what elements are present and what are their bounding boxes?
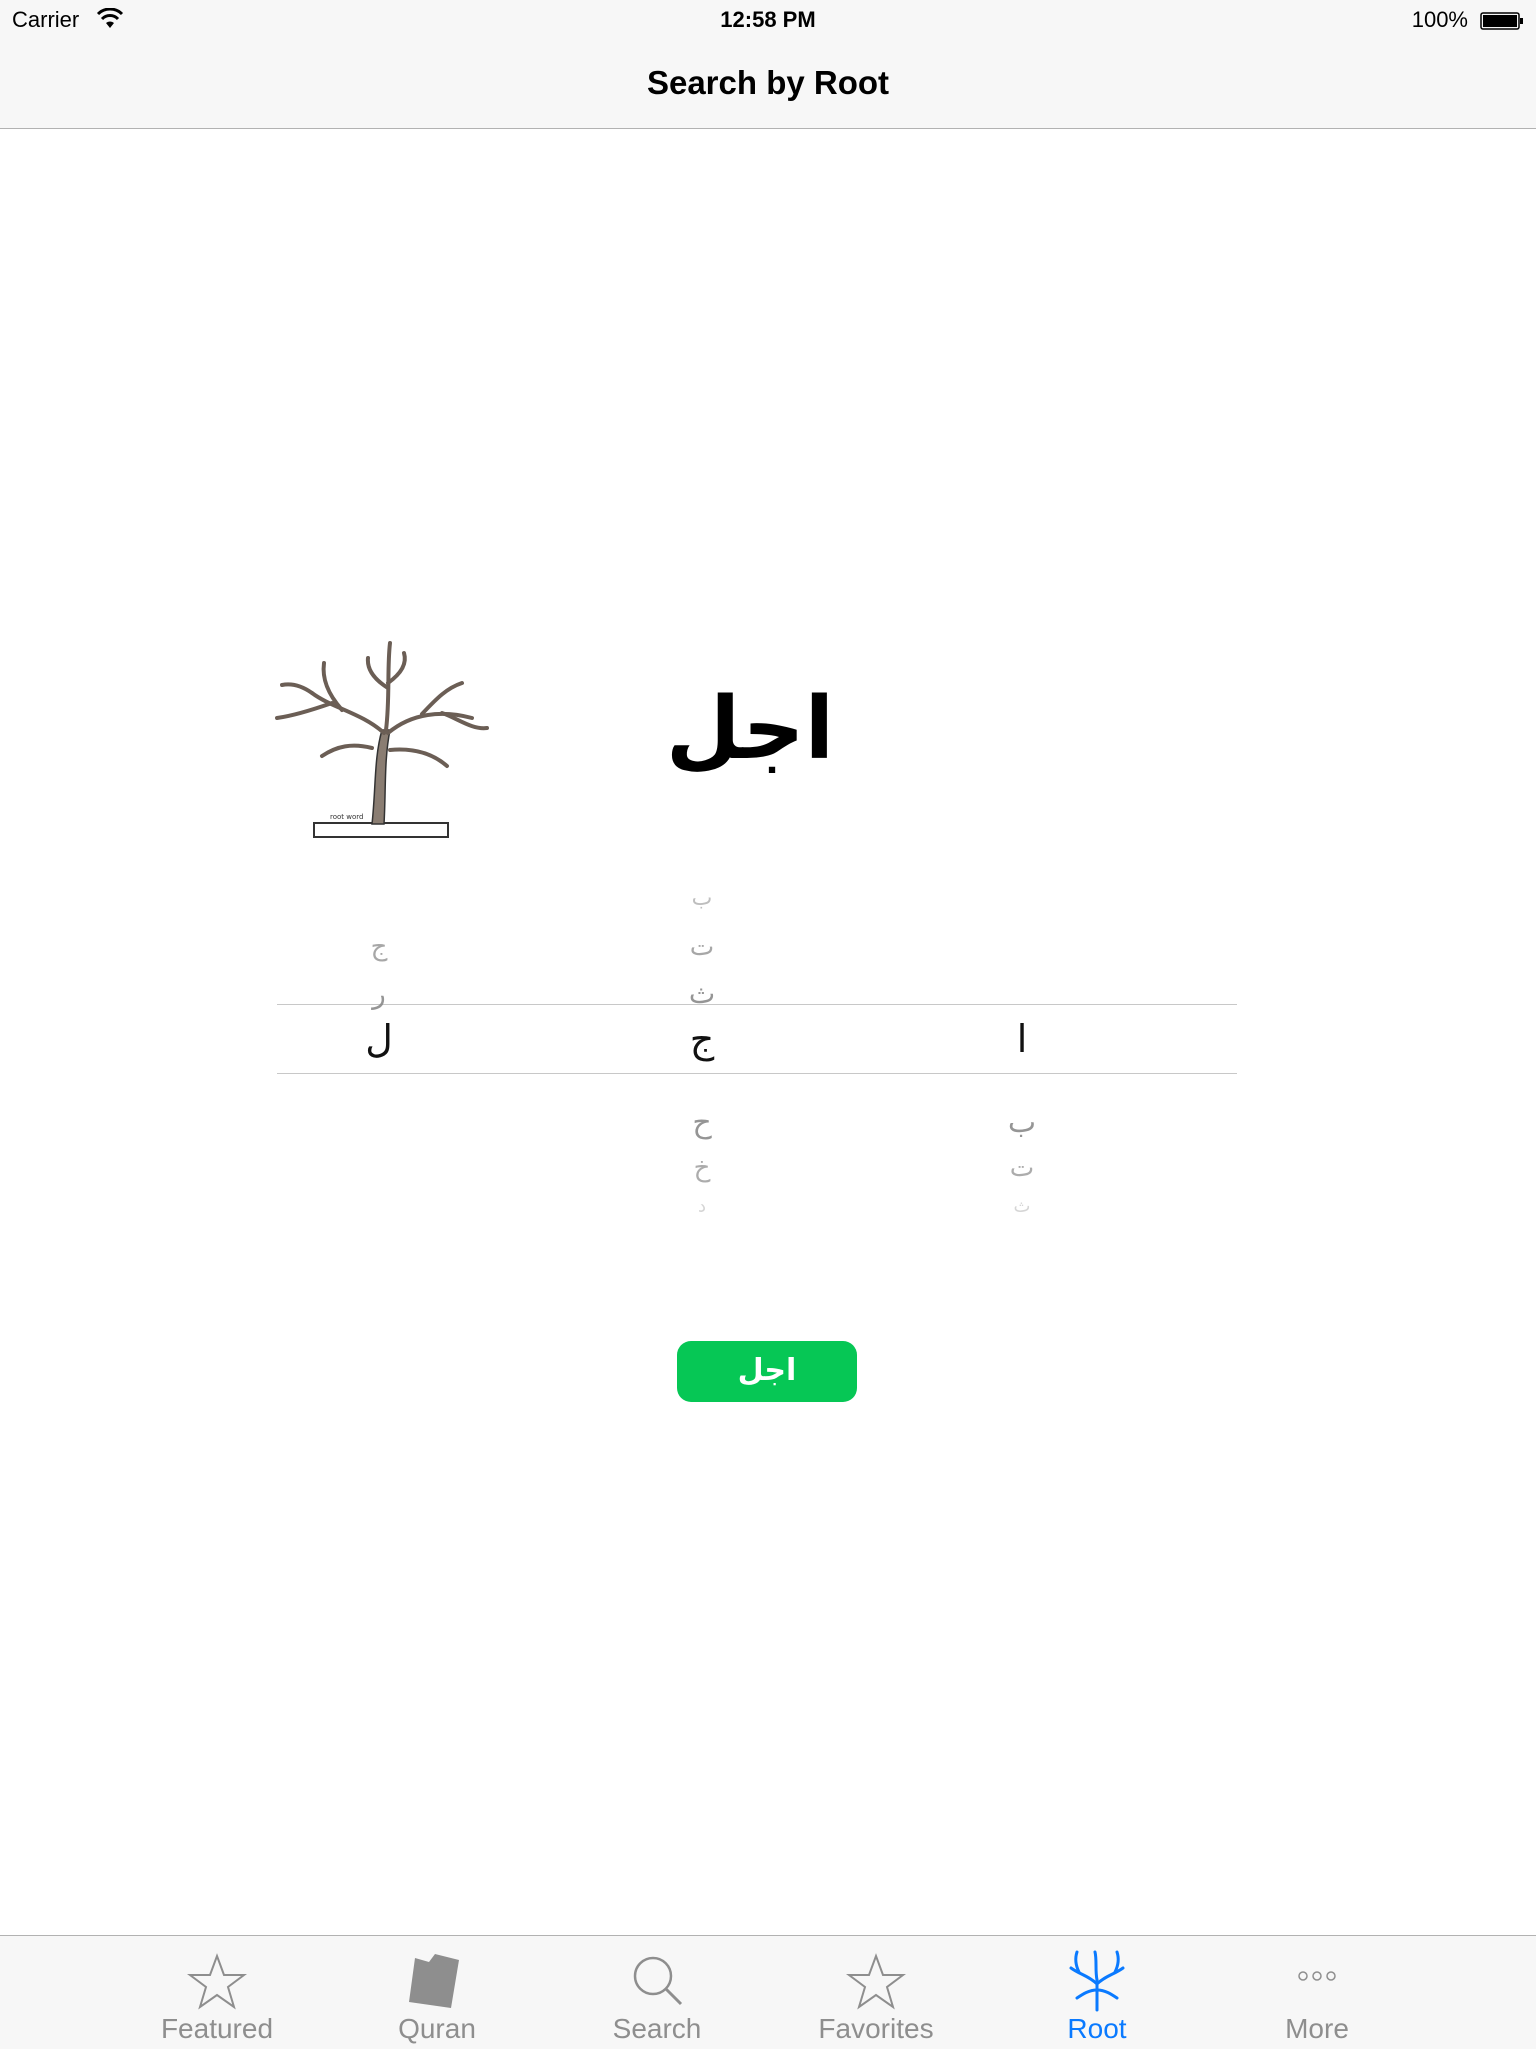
picker-option-letter[interactable]: ح	[672, 1108, 732, 1138]
picker-option-letter[interactable]: ج	[349, 934, 409, 960]
svg-text:root word: root word	[330, 813, 363, 821]
clock: 12:58 PM	[720, 7, 816, 32]
tab-label: Favorites	[818, 2013, 934, 2044]
star-icon	[846, 1953, 906, 2010]
tab-label: More	[1285, 2013, 1349, 2044]
navigation-bar: Search by Root	[0, 40, 1536, 129]
battery-percent: 100%	[1411, 7, 1468, 32]
tab-label: Featured	[160, 2013, 274, 2044]
picker-option-letter[interactable]: خ	[672, 1155, 732, 1181]
tab-label: Search	[612, 2013, 702, 2044]
root-letter-picker[interactable]: جرلبتثجحخدابتث	[277, 870, 1237, 1220]
page-title: Search by Root	[646, 64, 890, 101]
tab-label: Root	[1067, 2013, 1127, 2044]
picker-option-letter[interactable]: ث	[672, 980, 732, 1008]
quran-book-icon	[409, 1954, 459, 2008]
picker-option-letter[interactable]: ت	[992, 1155, 1052, 1181]
tree-illustration: root word	[275, 641, 489, 838]
picker-selected-letter[interactable]: ج	[672, 1020, 732, 1058]
star-icon	[187, 1953, 247, 2010]
selected-root-display: اجل	[665, 679, 835, 779]
picker-option-letter[interactable]: ر	[349, 980, 409, 1008]
picker-option-letter[interactable]: ث	[992, 1198, 1052, 1216]
tab-bar: Featured Quran Search Favorites Root Mor…	[0, 1935, 1536, 2049]
picker-selected-letter[interactable]: ا	[992, 1020, 1052, 1058]
magnifier-icon	[633, 1956, 683, 2006]
tab-label: Quran	[398, 2013, 476, 2044]
picker-option-letter[interactable]: ت	[672, 934, 732, 960]
ellipsis-icon	[1298, 1971, 1336, 1981]
picker-selected-letter[interactable]: ل	[349, 1020, 409, 1058]
tab-quran[interactable]: Quran	[337, 1936, 537, 2049]
tab-favorites[interactable]: Favorites	[776, 1936, 976, 2049]
tab-more[interactable]: More	[1217, 1936, 1417, 2049]
tab-featured[interactable]: Featured	[117, 1936, 317, 2049]
picker-option-letter[interactable]: ب	[672, 888, 732, 910]
picker-option-letter[interactable]: ب	[992, 1108, 1052, 1138]
tab-root[interactable]: Root	[997, 1936, 1197, 2049]
status-bar: Carrier 12:58 PM 100%	[0, 0, 1536, 40]
picker-selection-top-line	[277, 1004, 1237, 1005]
picker-selection-bottom-line	[277, 1073, 1237, 1074]
tree-icon	[1069, 1950, 1125, 2012]
battery-icon	[1480, 12, 1523, 30]
picker-option-letter[interactable]: د	[672, 1198, 732, 1216]
search-root-button[interactable]: اجل	[677, 1341, 857, 1402]
tab-search[interactable]: Search	[557, 1936, 757, 2049]
